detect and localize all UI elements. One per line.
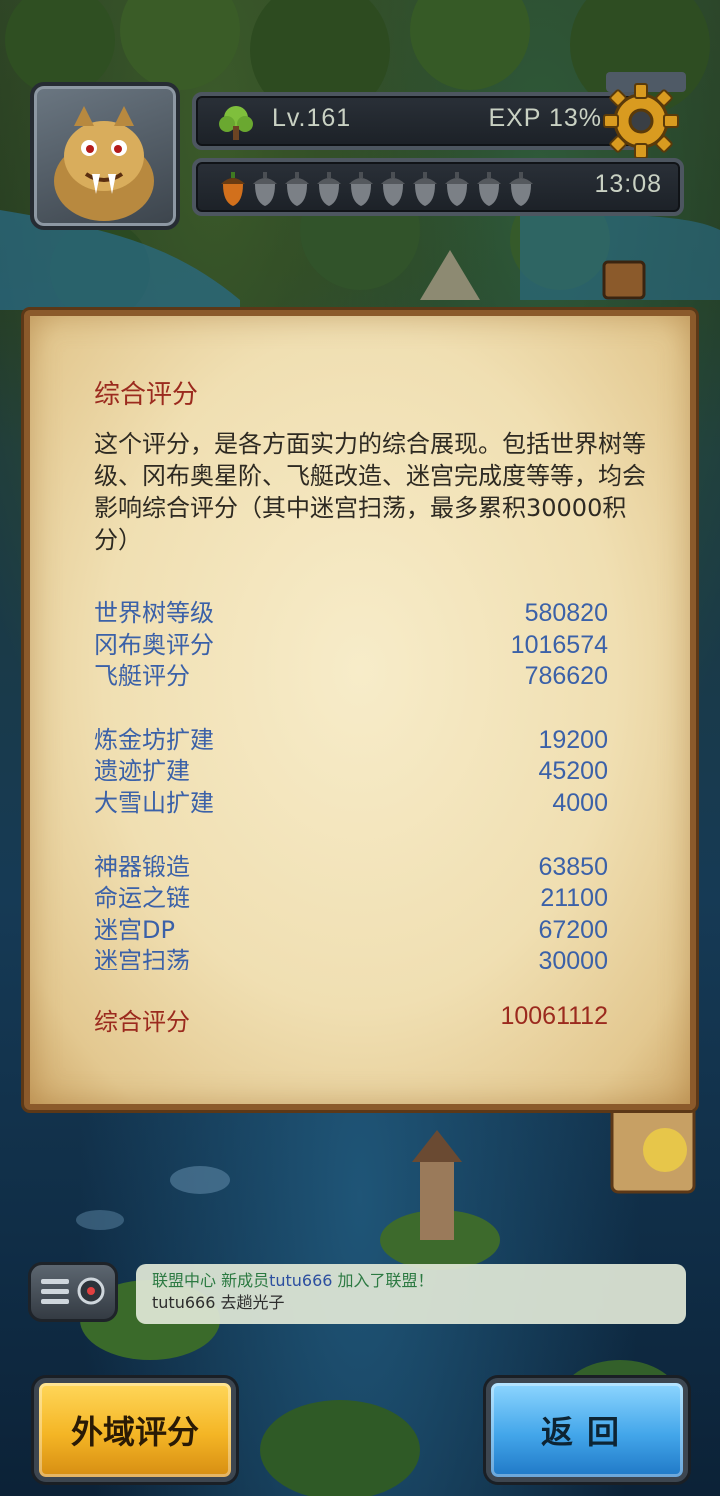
score-panel: 综合评分 这个评分，是各方面实力的综合展现。包括世界树等级、冈布奥星阶、飞艇改造… <box>24 310 696 1110</box>
player-level: Lv.161 <box>272 104 352 132</box>
score-label: 遗迹扩建 <box>94 757 190 786</box>
score-value: 45200 <box>538 757 608 786</box>
score-value: 30000 <box>538 947 608 970</box>
energy-bar: 13:08 <box>192 158 684 216</box>
player-avatar[interactable] <box>30 82 180 230</box>
score-value: 580820 <box>524 599 608 627</box>
score-value: 67200 <box>538 915 608 944</box>
score-label: 命运之链 <box>94 884 190 913</box>
chat-member-name: tutu666 <box>269 1271 333 1290</box>
score-row: 命运之链 21100 <box>94 883 608 915</box>
score-value: 21100 <box>540 884 608 913</box>
score-label: 神器锻造 <box>94 852 190 881</box>
score-label: 世界树等级 <box>94 599 214 627</box>
score-value: 63850 <box>538 852 608 881</box>
outer-score-button[interactable]: 外域评分 <box>34 1378 236 1482</box>
score-row: 世界树等级 580820 <box>94 598 608 630</box>
back-button[interactable]: 返回 <box>486 1378 688 1482</box>
score-row: 飞艇评分 786620 <box>94 661 608 693</box>
chat-line-1: 联盟中心 新成员tutu666 加入了联盟！ <box>152 1271 434 1290</box>
score-row: 迷宫扫荡 30000 <box>94 946 608 970</box>
gear-icon[interactable] <box>602 82 680 160</box>
total-score-row: 综合评分 10061112 <box>94 1002 608 1037</box>
radio-icon <box>41 1277 105 1305</box>
acorn-icon <box>349 172 373 206</box>
acorn-icon <box>445 172 469 206</box>
energy-timer: 13:08 <box>594 170 662 198</box>
exp-percent: EXP 13% <box>488 104 602 132</box>
score-label: 大雪山扩建 <box>94 788 214 817</box>
score-value: 1016574 <box>510 630 608 659</box>
score-row: 大雪山扩建 4000 <box>94 788 608 820</box>
acorn-icon <box>285 172 309 206</box>
chat-message-box[interactable]: 联盟中心 新成员tutu666 加入了联盟！ tutu666 去趟光子 <box>136 1264 686 1324</box>
score-label: 迷宫扫荡 <box>94 947 190 970</box>
total-score-label: 综合评分 <box>94 1008 190 1036</box>
chat-line-2: tutu666 去趟光子 <box>152 1293 285 1312</box>
sabertooth-cat-icon <box>54 106 154 221</box>
acorn-icon <box>509 172 533 206</box>
acorn-icon <box>221 172 245 206</box>
score-row: 冈布奥评分 1016574 <box>94 630 608 662</box>
score-value: 786620 <box>524 662 608 691</box>
score-label: 飞艇评分 <box>94 662 190 691</box>
score-label: 迷宫DP <box>94 915 175 944</box>
score-label: 炼金坊扩建 <box>94 725 214 754</box>
score-value: 19200 <box>538 725 608 754</box>
score-list[interactable]: 世界树等级 580820 冈布奥评分 1016574 飞艇评分 786620 炼金坊扩建 19… <box>94 598 608 970</box>
acorn-icon <box>253 172 277 206</box>
acorn-icon <box>381 172 405 206</box>
acorn-icon <box>317 172 341 206</box>
tree-icon <box>219 106 253 140</box>
score-row: 迷宫DP 67200 <box>94 915 608 947</box>
acorn-icon <box>477 172 501 206</box>
score-row: 炼金坊扩建 19200 <box>94 725 608 757</box>
panel-title: 综合评分 <box>94 380 199 410</box>
score-row: 神器锻造 63850 <box>94 852 608 884</box>
total-score-value: 10061112 <box>500 1002 608 1030</box>
panel-description: 这个评分，是各方面实力的综合展现。包括世界树等级、冈布奥星阶、飞艇改造、迷宫完成… <box>94 430 646 554</box>
level-bar: Lv.161 EXP 13% <box>192 92 642 150</box>
score-row: 遗迹扩建 45200 <box>94 756 608 788</box>
score-value: 4000 <box>552 788 608 817</box>
score-label: 冈布奥评分 <box>94 630 214 659</box>
acorn-icon <box>413 172 437 206</box>
chat-button[interactable] <box>28 1262 118 1322</box>
acorn-row <box>218 170 536 208</box>
